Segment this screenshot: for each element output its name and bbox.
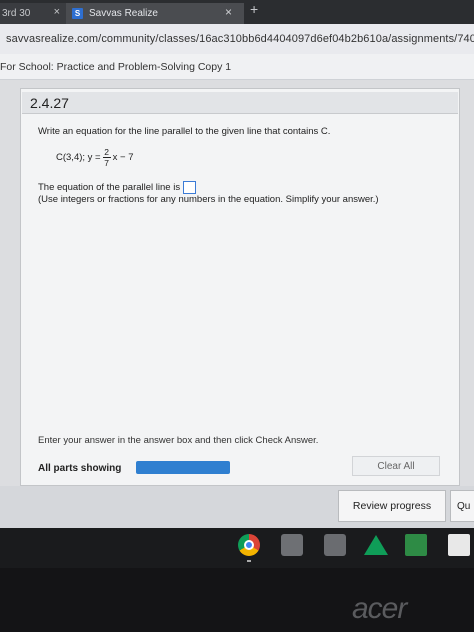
- next-question-button[interactable]: Qu: [450, 490, 474, 522]
- bottom-bar: All parts showing Clear All: [22, 454, 458, 482]
- tab-savvas-realize[interactable]: S Savvas Realize ×: [66, 3, 244, 24]
- tab-title: Savvas Realize: [89, 8, 158, 19]
- close-icon[interactable]: ×: [54, 6, 60, 18]
- address-bar[interactable]: savvasrealize.com/community/classes/16ac…: [0, 24, 474, 54]
- answer-hint: (Use integers or fractions for any numbe…: [38, 194, 379, 205]
- files-icon[interactable]: [281, 534, 303, 556]
- progress-bar: [136, 461, 230, 474]
- classroom-icon[interactable]: [405, 534, 427, 556]
- answer-sentence-text: The equation of the parallel line is: [38, 182, 181, 193]
- brand-logo: acer: [352, 592, 407, 625]
- footer-instruction: Enter your answer in the answer box and …: [38, 435, 319, 446]
- os-shelf: [0, 528, 474, 568]
- url-text[interactable]: savvasrealize.com/community/classes/16ac…: [6, 33, 474, 45]
- slope-fraction: 2 7: [102, 146, 111, 168]
- new-tab-button[interactable]: +: [250, 1, 258, 17]
- tab-title: 3rd 30: [2, 8, 31, 19]
- clear-all-button[interactable]: Clear All: [352, 456, 440, 476]
- gmail-icon[interactable]: [448, 534, 470, 556]
- screen: 3rd 30 × S Savvas Realize × + savvasreal…: [0, 0, 474, 632]
- progress-fill: [136, 461, 230, 474]
- drive-icon[interactable]: [364, 535, 388, 555]
- chrome-icon[interactable]: [238, 534, 260, 556]
- action-row: Review progress Qu: [0, 486, 474, 528]
- given-suffix: x − 7: [112, 151, 134, 163]
- all-parts-label: All parts showing: [38, 463, 122, 474]
- fraction-denominator: 7: [104, 157, 109, 168]
- browser-tab-strip: 3rd 30 × S Savvas Realize × +: [0, 0, 474, 24]
- savvas-favicon-icon: S: [72, 8, 83, 19]
- course-title: For School: Practice and Problem-Solving…: [0, 60, 232, 73]
- given-line-equation: C(3,4); y = 2 7 x − 7: [56, 140, 134, 174]
- question-number: 2.4.27: [30, 95, 69, 111]
- fraction-numerator: 2: [104, 146, 109, 157]
- answer-sentence: The equation of the parallel line is: [38, 181, 197, 194]
- laptop-bezel: acer: [0, 568, 474, 632]
- given-prefix: C(3,4); y =: [56, 151, 101, 163]
- question-number-bar: 2.4.27: [22, 92, 458, 114]
- question-instruction: Write an equation for the line parallel …: [38, 126, 331, 137]
- camera-icon[interactable]: [324, 534, 346, 556]
- answer-input[interactable]: [183, 181, 197, 194]
- running-indicator: [247, 560, 251, 562]
- page-header: For School: Practice and Problem-Solving…: [0, 54, 474, 80]
- close-icon[interactable]: ×: [225, 5, 232, 19]
- tab-3rd-30[interactable]: 3rd 30 ×: [0, 3, 66, 24]
- review-progress-button[interactable]: Review progress: [338, 490, 446, 522]
